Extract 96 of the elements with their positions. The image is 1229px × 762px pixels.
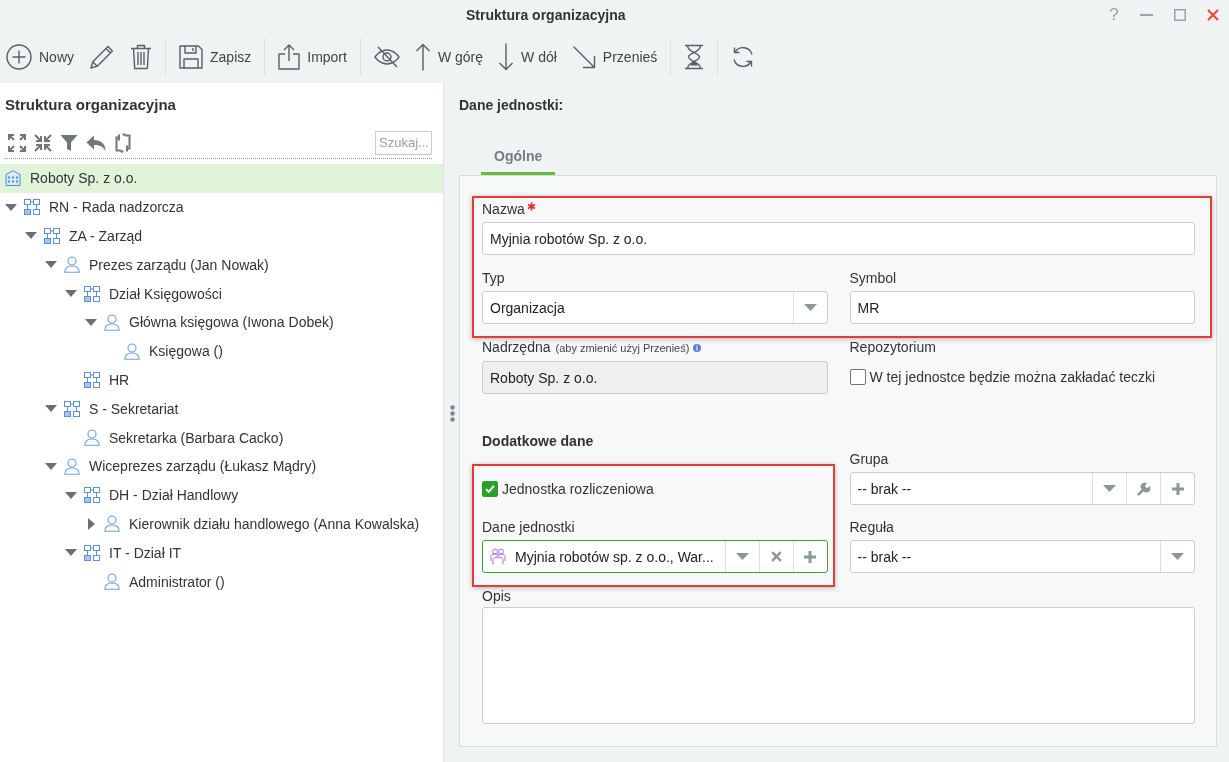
eye-crossed-icon[interactable] [373, 45, 400, 68]
person-icon [124, 342, 140, 360]
section-title: Dane jednostki: [459, 96, 565, 114]
caret-down-icon[interactable] [65, 290, 77, 298]
toolbar-button[interactable]: Zapisz [173, 36, 258, 77]
tree-item[interactable]: Prezes zarządu (Jan Nowak) [0, 250, 443, 280]
tree-item[interactable]: HR [0, 365, 443, 395]
hierarchy-icon [84, 371, 100, 388]
toolbar-button[interactable]: W górę [408, 36, 490, 77]
tree-item[interactable]: Księgowa () [0, 336, 443, 366]
caret-down-icon[interactable] [1103, 485, 1116, 492]
person-icon [64, 457, 80, 475]
tree-item[interactable]: RN - Rada nadzorcza [0, 192, 443, 222]
building-icon [5, 170, 21, 187]
field-label: Nazwa [482, 200, 525, 218]
tree-item[interactable]: S - Sekretariat [0, 394, 443, 424]
dropdown-field[interactable]: Myjnia robotów sp. z o.o., War... [482, 540, 828, 573]
field-label: Symbol [849, 269, 897, 287]
caret-down-icon[interactable] [803, 304, 817, 311]
dropdown-field[interactable]: -- brak -- [849, 472, 1195, 505]
toolbar-button[interactable]: Nowy [0, 36, 80, 77]
window-title: Struktura organizacyjna [466, 7, 626, 23]
hourglass-icon[interactable] [684, 43, 705, 70]
section-title: Dodatkowe dane [482, 432, 595, 450]
tree-item[interactable]: Dział Księgowości [0, 279, 443, 308]
close-icon[interactable] [1206, 9, 1219, 21]
dropdown-field[interactable]: -- brak -- [849, 540, 1195, 573]
tree-item[interactable]: Kierownik działu handlowego (Anna Kowalska) [0, 509, 443, 539]
plus-circle-icon [6, 43, 32, 70]
filter-icon[interactable] [60, 134, 78, 152]
field-label: Reguła [849, 518, 894, 536]
rotate-arrows-icon[interactable] [114, 133, 132, 153]
arrow-down-icon [498, 42, 515, 71]
arrow-down-right-icon [571, 44, 596, 69]
caret-down-icon[interactable] [45, 405, 57, 413]
toolbar-button[interactable]: Przenieś [565, 36, 664, 77]
caret-down-icon[interactable] [85, 318, 97, 326]
caret-down-icon[interactable] [65, 491, 77, 499]
trash-icon[interactable] [130, 43, 152, 70]
caret-down-icon[interactable] [1171, 553, 1184, 560]
collapse-arrows-icon[interactable] [34, 134, 52, 152]
people-icon [490, 548, 506, 565]
arrow-up-icon [414, 42, 431, 71]
tree-item[interactable]: IT - Dział IT [0, 538, 443, 568]
upload-icon [278, 43, 301, 70]
field-label: Nadrzędna [482, 338, 551, 356]
tree-item[interactable]: Administrator () [0, 567, 443, 596]
pencil-icon[interactable] [89, 43, 115, 70]
tree-item[interactable]: ZA - Zarząd [0, 221, 443, 251]
field-label: Repozytorium [849, 338, 936, 356]
toolbar-button[interactable]: W dół [492, 36, 563, 77]
hierarchy-icon [24, 199, 40, 216]
drag-handle-icon[interactable] [450, 405, 455, 422]
info-icon[interactable] [693, 343, 702, 352]
caret-down-icon[interactable] [45, 261, 57, 269]
hierarchy-icon [84, 487, 100, 504]
plus-icon[interactable] [804, 550, 816, 563]
field-label: Grupa [849, 450, 889, 468]
dropdown-field[interactable]: Organizacja [482, 291, 828, 324]
checkbox-label: Jednostka rozliczeniowa [502, 481, 654, 497]
text-field[interactable]: MR [849, 291, 1195, 324]
caret-down-icon[interactable] [65, 549, 77, 557]
tree-item[interactable]: Wiceprezes zarządu (Łukasz Mądry) [0, 451, 443, 481]
hierarchy-icon [84, 544, 100, 561]
toolbar-button[interactable]: Import [272, 36, 353, 77]
field-label: Dane jednostki [482, 518, 575, 536]
checkbox[interactable] [849, 368, 866, 385]
tree-item[interactable]: Sekretarka (Barbara Cacko) [0, 423, 443, 452]
field-label: Opis [482, 588, 511, 604]
caret-down-icon[interactable] [735, 553, 749, 560]
tree-item[interactable]: Główna księgowa (Iwona Dobek) [0, 308, 443, 337]
field-hint: (aby zmienić użyj Przenieś) [555, 341, 690, 356]
hierarchy-icon [64, 400, 80, 417]
hierarchy-icon [44, 228, 60, 244]
plus-icon[interactable] [1171, 482, 1184, 495]
checkbox[interactable] [482, 481, 498, 497]
tree-item[interactable]: DH - Dział Handlowy [0, 480, 443, 510]
hierarchy-icon [84, 285, 100, 302]
text-field[interactable]: Myjnia robotów Sp. z o.o. [482, 222, 1195, 255]
expand-arrows-icon[interactable] [8, 134, 26, 152]
person-icon [64, 256, 80, 274]
field-label: Typ [482, 269, 505, 287]
checkbox-label: W tej jednostce będzie można zakładać teczki [869, 368, 1156, 385]
person-icon [84, 429, 100, 447]
caret-down-icon[interactable] [45, 462, 57, 470]
caret-down-icon[interactable] [25, 232, 37, 240]
person-icon [104, 313, 120, 331]
clear-icon[interactable] [770, 551, 782, 562]
wrench-icon[interactable] [1136, 481, 1151, 496]
person-icon [104, 515, 120, 533]
caret-down-icon[interactable] [5, 203, 17, 211]
panel-title: Struktura organizacyjna [4, 95, 177, 114]
person-icon [104, 573, 120, 591]
reply-arrow-icon[interactable] [86, 134, 106, 152]
caret-right-icon[interactable] [87, 517, 95, 530]
tree-item[interactable]: Roboty Sp. z o.o. [0, 164, 443, 193]
